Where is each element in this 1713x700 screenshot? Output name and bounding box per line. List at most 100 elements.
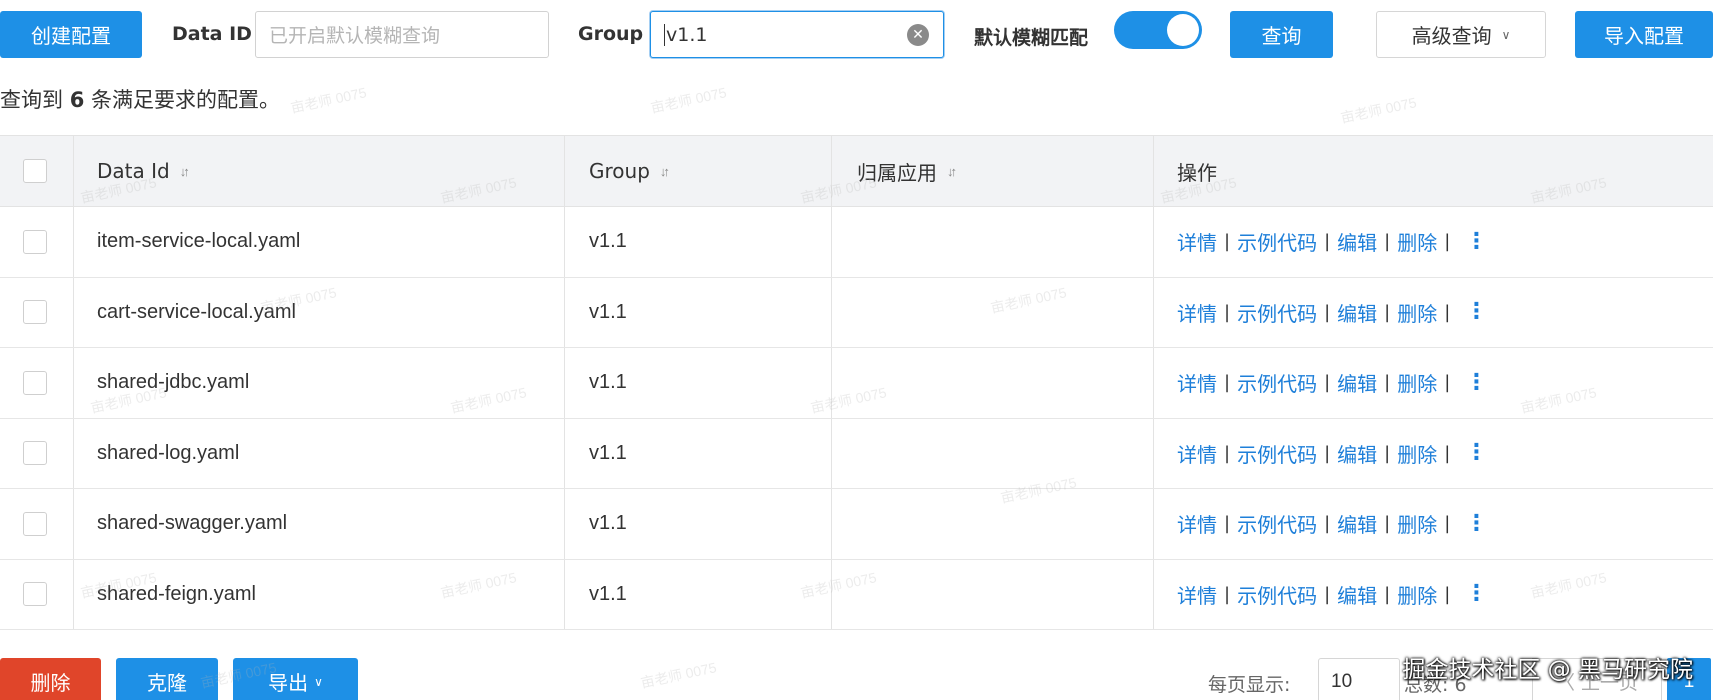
edit-link[interactable]: 编辑: [1337, 580, 1377, 609]
more-vertical-icon[interactable]: ⋮: [1465, 583, 1487, 605]
row-select-cell: [23, 348, 47, 418]
delete-link[interactable]: 删除: [1397, 298, 1437, 327]
edit-link[interactable]: 编辑: [1337, 509, 1377, 538]
toolbar: 创建配置 Data ID 已开启默认模糊查询 Group v1.1 ✕ 默认模糊…: [0, 0, 1713, 70]
export-button[interactable]: 导出 ∨: [233, 658, 358, 700]
watermark-credit: 掘金技术社区 @ 黑马研究院: [1402, 657, 1693, 683]
faint-watermark: 亩老师 0075: [649, 84, 728, 116]
detail-link[interactable]: 详情: [1177, 368, 1217, 397]
detail-link[interactable]: 详情: [1177, 298, 1217, 327]
table-row: shared-swagger.yaml v1.1 详情 | 示例代码 | 编辑 …: [0, 489, 1713, 560]
more-vertical-icon[interactable]: ⋮: [1465, 230, 1487, 253]
detail-link[interactable]: 详情: [1177, 509, 1217, 538]
advanced-search-label: 高级查询: [1411, 24, 1492, 48]
row-checkbox[interactable]: [23, 441, 47, 466]
table-row: shared-jdbc.yaml v1.1 详情 | 示例代码 | 编辑 | 删…: [0, 348, 1713, 419]
delete-link[interactable]: 删除: [1397, 368, 1437, 397]
row-actions: 详情 | 示例代码 | 编辑 | 删除 | ⋮: [1177, 419, 1487, 489]
summary-suffix: 条满足要求的配置。: [91, 88, 280, 112]
cell-group: v1.1: [589, 300, 627, 323]
row-actions: 详情 | 示例代码 | 编辑 | 删除 | ⋮: [1177, 278, 1487, 348]
chevron-down-icon: ∨: [1501, 27, 1511, 42]
row-checkbox[interactable]: [23, 511, 47, 536]
delete-link[interactable]: 删除: [1397, 509, 1437, 538]
data-id-input[interactable]: 已开启默认模糊查询: [255, 11, 549, 58]
action-separator: |: [1444, 231, 1451, 253]
sort-icon[interactable]: ↓↑: [180, 164, 190, 179]
page-size-select[interactable]: 10: [1318, 658, 1400, 700]
cell-group: v1.1: [589, 230, 627, 253]
select-all-checkbox[interactable]: [23, 159, 47, 183]
sample-code-link[interactable]: 示例代码: [1237, 298, 1317, 327]
more-vertical-icon[interactable]: ⋮: [1465, 301, 1487, 323]
action-separator: |: [1224, 231, 1231, 253]
advanced-search-button[interactable]: 高级查询 ∨: [1376, 11, 1546, 58]
cell-group: v1.1: [589, 512, 627, 535]
row-select-cell: [23, 207, 47, 277]
header-data-id[interactable]: Data Id ↓↑: [97, 136, 190, 206]
header-data-id-label: Data Id: [97, 159, 170, 183]
row-checkbox[interactable]: [23, 582, 47, 607]
group-label: Group: [578, 23, 644, 45]
sort-icon[interactable]: ↓↑: [660, 164, 670, 179]
text-caret: [664, 23, 665, 46]
cell-data-id: item-service-local.yaml: [97, 230, 301, 253]
clone-button[interactable]: 克隆: [116, 658, 218, 700]
sample-code-link[interactable]: 示例代码: [1237, 439, 1317, 468]
action-separator: |: [1324, 301, 1331, 323]
edit-link[interactable]: 编辑: [1337, 298, 1377, 327]
import-config-button[interactable]: 导入配置: [1575, 11, 1713, 58]
delete-link[interactable]: 删除: [1397, 227, 1437, 256]
action-separator: |: [1384, 231, 1391, 253]
sample-code-link[interactable]: 示例代码: [1237, 227, 1317, 256]
action-separator: |: [1324, 372, 1331, 394]
more-vertical-icon[interactable]: ⋮: [1465, 512, 1487, 535]
chevron-down-icon: ∨: [314, 674, 323, 689]
delete-link[interactable]: 删除: [1397, 439, 1437, 468]
header-app[interactable]: 归属应用 ↓↑: [857, 136, 957, 206]
cell-data-id: cart-service-local.yaml: [97, 300, 296, 323]
cell-data-id: shared-swagger.yaml: [97, 512, 288, 535]
header-group[interactable]: Group ↓↑: [589, 136, 670, 206]
more-vertical-icon[interactable]: ⋮: [1465, 442, 1487, 464]
cell-group: v1.1: [589, 441, 627, 464]
row-checkbox[interactable]: [23, 370, 47, 395]
create-config-button[interactable]: 创建配置: [0, 11, 142, 58]
action-separator: |: [1444, 513, 1451, 535]
sample-code-link[interactable]: 示例代码: [1237, 580, 1317, 609]
detail-link[interactable]: 详情: [1177, 227, 1217, 256]
sort-icon[interactable]: ↓↑: [947, 164, 957, 179]
table-row: shared-log.yaml v1.1 详情 | 示例代码 | 编辑 | 删除…: [0, 418, 1713, 489]
row-select-cell: [23, 419, 47, 489]
row-checkbox[interactable]: [23, 229, 47, 254]
group-input-value: v1.1: [666, 23, 708, 46]
action-separator: |: [1384, 583, 1391, 605]
faint-watermark: 亩老师 0075: [1339, 94, 1418, 126]
edit-link[interactable]: 编辑: [1337, 368, 1377, 397]
toggle-knob: [1167, 14, 1199, 46]
table-row: item-service-local.yaml v1.1 详情 | 示例代码 |…: [0, 207, 1713, 278]
edit-link[interactable]: 编辑: [1337, 439, 1377, 468]
detail-link[interactable]: 详情: [1177, 580, 1217, 609]
detail-link[interactable]: 详情: [1177, 439, 1217, 468]
action-separator: |: [1324, 231, 1331, 253]
summary-count: 6: [69, 88, 85, 112]
clear-icon[interactable]: ✕: [907, 23, 929, 46]
more-vertical-icon[interactable]: ⋮: [1465, 371, 1487, 394]
header-actions: 操作: [1177, 136, 1217, 206]
table-row: cart-service-local.yaml v1.1 详情 | 示例代码 |…: [0, 277, 1713, 348]
table-body: item-service-local.yaml v1.1 详情 | 示例代码 |…: [0, 207, 1713, 630]
row-actions: 详情 | 示例代码 | 编辑 | 删除 | ⋮: [1177, 489, 1487, 559]
fuzzy-match-toggle[interactable]: [1114, 11, 1202, 49]
delete-link[interactable]: 删除: [1397, 580, 1437, 609]
edit-link[interactable]: 编辑: [1337, 227, 1377, 256]
sample-code-link[interactable]: 示例代码: [1237, 509, 1317, 538]
cell-group: v1.1: [589, 582, 627, 605]
sample-code-link[interactable]: 示例代码: [1237, 368, 1317, 397]
group-input[interactable]: v1.1 ✕: [650, 11, 944, 58]
export-label: 导出: [268, 671, 309, 695]
search-button[interactable]: 查询: [1230, 11, 1333, 58]
batch-delete-button[interactable]: 删除: [0, 658, 101, 700]
header-app-label: 归属应用: [857, 160, 937, 185]
row-checkbox[interactable]: [23, 300, 47, 325]
